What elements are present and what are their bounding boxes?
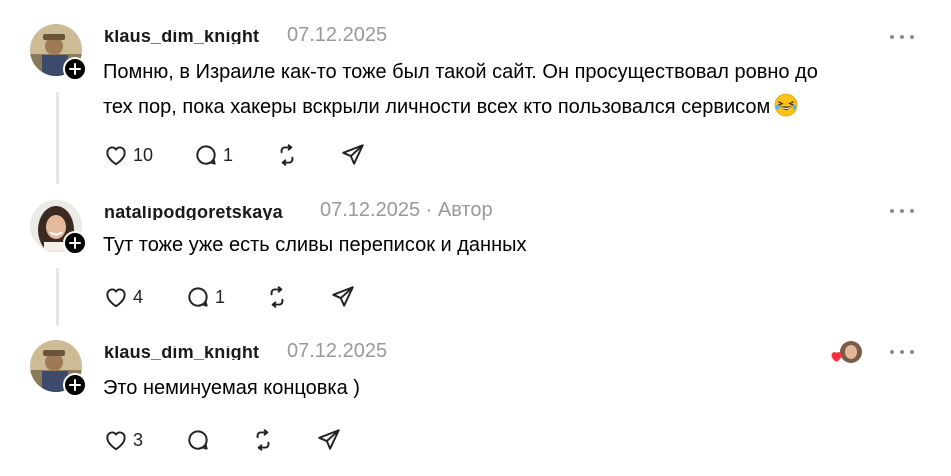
reply-button[interactable] xyxy=(185,425,211,455)
follow-plus-icon[interactable] xyxy=(63,57,87,81)
follow-plus-icon[interactable] xyxy=(63,231,87,255)
repost-icon xyxy=(270,286,284,308)
comment-date: 07.12.2025 xyxy=(287,340,388,362)
comment-text: Тут тоже уже есть сливы переписок и данн… xyxy=(103,234,527,256)
comment-text: Это неминуемая концовка ) xyxy=(103,377,360,399)
more-icon[interactable] xyxy=(890,348,914,356)
reply-button[interactable]: 1 xyxy=(193,140,233,170)
reply-button[interactable]: 1 xyxy=(185,282,225,312)
more-icon[interactable] xyxy=(890,207,914,215)
reply-count: 1 xyxy=(215,286,226,307)
comment-text: Помню, в Израиле как-то тоже был такой с… xyxy=(103,61,818,118)
heart-icon xyxy=(831,352,842,362)
repost-icon xyxy=(280,144,294,166)
more-icon[interactable] xyxy=(890,33,914,41)
repost-button[interactable] xyxy=(250,425,276,455)
username[interactable]: natalipodgoretskaya xyxy=(104,206,283,220)
share-button[interactable] xyxy=(340,140,366,170)
like-button[interactable]: 10 xyxy=(103,140,153,170)
thread-line xyxy=(56,92,59,184)
heart-icon xyxy=(106,431,126,451)
repost-button[interactable] xyxy=(264,282,290,312)
like-button[interactable]: 3 xyxy=(103,425,143,455)
reply-count: 1 xyxy=(223,144,234,165)
like-button[interactable]: 4 xyxy=(103,282,143,312)
author-tag: · Автор xyxy=(425,199,493,221)
username[interactable]: klaus_dim_knight xyxy=(104,346,259,360)
comment-icon xyxy=(188,287,208,307)
like-count: 4 xyxy=(133,286,144,307)
comment-icon xyxy=(188,430,208,450)
share-icon xyxy=(318,429,340,450)
author-liked-badge xyxy=(830,340,864,366)
like-count: 10 xyxy=(133,144,154,165)
thread-line xyxy=(56,268,59,326)
share-button[interactable] xyxy=(316,425,342,455)
comment-date: 07.12.2025 xyxy=(287,24,388,46)
share-icon xyxy=(342,144,364,165)
username[interactable]: klaus_dim_knight xyxy=(104,30,259,44)
like-count: 3 xyxy=(133,429,144,450)
grinning-squinting-tears-emoji xyxy=(774,93,798,117)
comment-date: 07.12.2025 xyxy=(320,199,421,221)
repost-button[interactable] xyxy=(274,140,300,170)
follow-plus-icon[interactable] xyxy=(63,373,87,397)
comment-meta: 07.12.2025 · Автор xyxy=(320,199,493,222)
heart-icon xyxy=(106,288,126,308)
comment-icon xyxy=(196,145,216,165)
share-icon xyxy=(332,286,354,307)
repost-icon xyxy=(256,429,270,451)
share-button[interactable] xyxy=(330,282,356,312)
heart-icon xyxy=(106,146,126,166)
